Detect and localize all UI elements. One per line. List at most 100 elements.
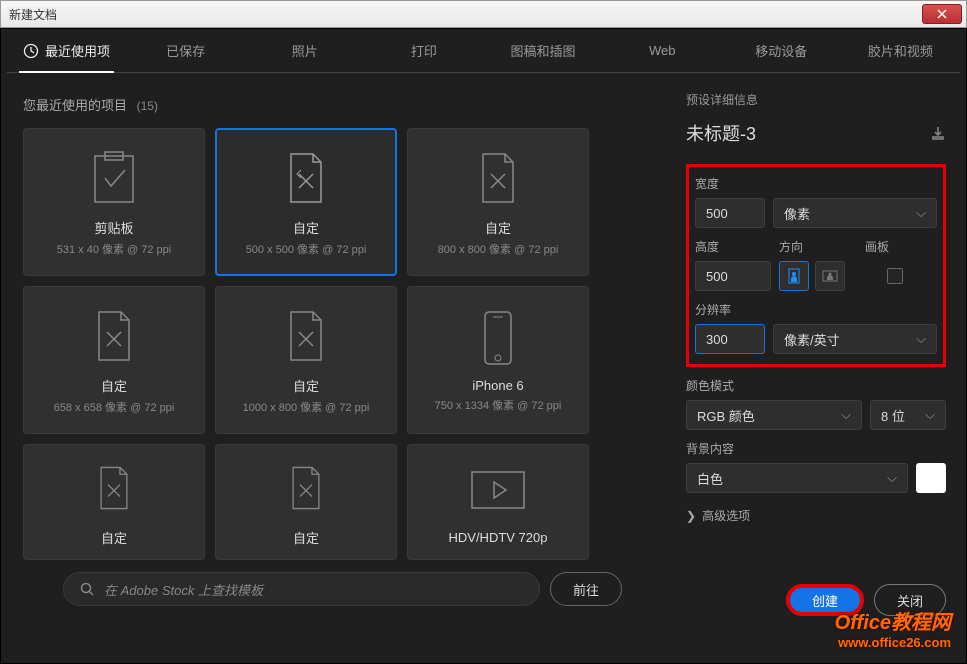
preset-custom-1000[interactable]: 自定 1000 x 800 像素 @ 72 ppi [215, 286, 397, 434]
details-panel: 预设详细信息 未标题-3 宽度 500 像素 ⌵ 高 [676, 73, 966, 663]
preset-name: HDV/HDTV 720p [449, 530, 548, 545]
preset-custom-b[interactable]: 自定 [215, 444, 397, 560]
background-value: 白色 [697, 469, 723, 488]
preset-spec: 500 x 500 像素 @ 72 ppi [246, 241, 367, 257]
document-icon [283, 306, 329, 366]
bit-depth-select[interactable]: 8 位 ⌵ [870, 400, 946, 430]
tab-label: 最近使用项 [45, 41, 110, 60]
height-label: 高度 [695, 238, 771, 255]
recent-subtitle: 您最近使用的项目 (15) [23, 95, 662, 114]
landscape-icon [822, 270, 838, 282]
tab-mobile[interactable]: 移动设备 [722, 29, 841, 72]
dialog-body: 最近使用项 已保存 照片 打印 图稿和插图 Web 移动设备 胶片和视频 您最近… [0, 28, 967, 664]
document-icon [94, 458, 134, 518]
chevron-right-icon: ❯ [686, 509, 696, 523]
preset-custom-500[interactable]: 自定 500 x 500 像素 @ 72 ppi [215, 128, 397, 276]
height-value: 500 [706, 269, 728, 284]
bit-depth-value: 8 位 [881, 406, 905, 425]
preset-spec: 1000 x 800 像素 @ 72 ppi [243, 399, 370, 415]
go-label: 前往 [573, 580, 599, 599]
presets-panel: 您最近使用的项目 (15) 剪贴板 531 x 40 像素 @ 72 ppi [1, 73, 676, 663]
preset-name: 剪贴板 [94, 218, 133, 237]
background-select[interactable]: 白色 ⌵ [686, 463, 908, 493]
chevron-down-icon: ⌵ [887, 470, 897, 486]
preset-name: 自定 [293, 218, 319, 237]
document-name[interactable]: 未标题-3 [686, 120, 756, 146]
details-header: 预设详细信息 [686, 91, 946, 108]
subtitle-text: 您最近使用的项目 [23, 98, 127, 113]
chevron-down-icon: ⌵ [925, 407, 935, 423]
preset-custom-800[interactable]: 自定 800 x 800 像素 @ 72 ppi [407, 128, 589, 276]
resolution-unit-select[interactable]: 像素/英寸 ⌵ [773, 324, 937, 354]
preset-clipboard[interactable]: 剪贴板 531 x 40 像素 @ 72 ppi [23, 128, 205, 276]
window-close-button[interactable] [922, 4, 962, 24]
document-icon [475, 148, 521, 208]
document-icon [286, 458, 326, 518]
tab-label: 打印 [411, 41, 437, 60]
orientation-portrait-button[interactable] [779, 261, 809, 291]
background-label: 背景内容 [686, 440, 946, 457]
width-value: 500 [706, 206, 728, 221]
highlighted-section: 宽度 500 像素 ⌵ 高度 500 方向 [686, 164, 946, 367]
tab-print[interactable]: 打印 [364, 29, 483, 72]
close-icon [937, 9, 947, 19]
preset-name: 自定 [101, 528, 127, 547]
height-input[interactable]: 500 [695, 261, 771, 291]
chevron-down-icon: ⌵ [841, 407, 851, 423]
artboard-label: 画板 [865, 238, 925, 255]
clipboard-icon [91, 148, 137, 208]
preset-name: iPhone 6 [472, 378, 523, 393]
preset-hdv720p[interactable]: HDV/HDTV 720p [407, 444, 589, 560]
category-tabs: 最近使用项 已保存 照片 打印 图稿和插图 Web 移动设备 胶片和视频 [7, 29, 960, 73]
preset-custom-658[interactable]: 自定 658 x 658 像素 @ 72 ppi [23, 286, 205, 434]
resolution-value: 300 [706, 332, 728, 347]
preset-name: 自定 [293, 376, 319, 395]
tab-web[interactable]: Web [603, 31, 722, 70]
background-color-swatch[interactable] [916, 463, 946, 493]
preset-spec: 658 x 658 像素 @ 72 ppi [54, 399, 175, 415]
resolution-input[interactable]: 300 [695, 324, 765, 354]
chevron-down-icon: ⌵ [916, 205, 926, 221]
width-label: 宽度 [695, 175, 937, 192]
stock-search-input[interactable]: 在 Adobe Stock 上查找模板 [63, 572, 540, 606]
stock-go-button[interactable]: 前往 [550, 572, 622, 606]
width-input[interactable]: 500 [695, 198, 765, 228]
tab-label: 已保存 [166, 41, 205, 60]
preset-iphone6[interactable]: iPhone 6 750 x 1334 像素 @ 72 ppi [407, 286, 589, 434]
tab-saved[interactable]: 已保存 [126, 29, 245, 72]
width-unit-select[interactable]: 像素 ⌵ [773, 198, 937, 228]
orientation-landscape-button[interactable] [815, 261, 845, 291]
tab-label: 移动设备 [755, 41, 807, 60]
subtitle-count: (15) [137, 99, 158, 113]
tab-label: Web [649, 43, 676, 58]
save-preset-icon[interactable] [930, 125, 946, 141]
tab-label: 图稿和插图 [511, 41, 576, 60]
advanced-options-toggle[interactable]: ❯ 高级选项 [686, 507, 946, 524]
tab-film[interactable]: 胶片和视频 [841, 29, 960, 72]
preset-custom-a[interactable]: 自定 [23, 444, 205, 560]
clock-icon [23, 43, 39, 59]
color-mode-label: 颜色模式 [686, 377, 946, 394]
window-title: 新建文档 [5, 6, 57, 23]
close-label: 关闭 [897, 591, 923, 610]
artboard-checkbox[interactable] [887, 268, 903, 284]
document-icon [91, 306, 137, 366]
chevron-down-icon: ⌵ [916, 331, 926, 347]
create-button[interactable]: 创建 [786, 584, 864, 616]
preset-spec: 750 x 1334 像素 @ 72 ppi [435, 397, 562, 413]
window-titlebar: 新建文档 [0, 0, 967, 28]
tab-photo[interactable]: 照片 [245, 29, 364, 72]
tab-artwork[interactable]: 图稿和插图 [484, 29, 603, 72]
unit-label: 像素/英寸 [784, 330, 840, 349]
advanced-label: 高级选项 [702, 507, 750, 524]
orientation-label: 方向 [779, 238, 857, 255]
document-icon [283, 148, 329, 208]
tab-recent[interactable]: 最近使用项 [7, 29, 126, 72]
tab-label: 胶片和视频 [868, 41, 933, 60]
close-button[interactable]: 关闭 [874, 584, 946, 616]
color-mode-select[interactable]: RGB 颜色 ⌵ [686, 400, 862, 430]
preset-name: 自定 [101, 376, 127, 395]
resolution-label: 分辨率 [695, 301, 937, 318]
preset-name: 自定 [293, 528, 319, 547]
preset-spec: 800 x 800 像素 @ 72 ppi [438, 241, 559, 257]
